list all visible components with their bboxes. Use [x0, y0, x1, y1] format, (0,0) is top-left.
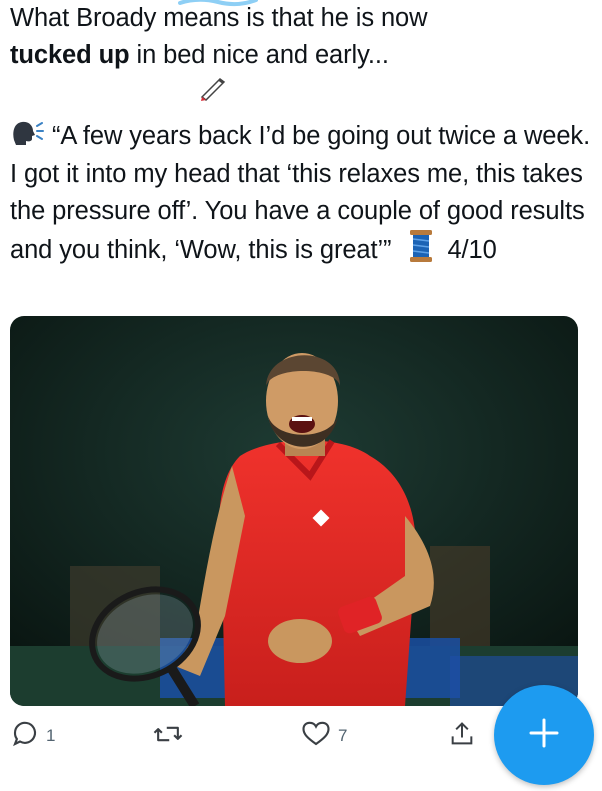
heart-icon: [300, 719, 332, 754]
reply-icon: [10, 719, 40, 754]
thread-spool-icon: [408, 229, 434, 274]
share-button[interactable]: [448, 716, 476, 756]
plus-icon: [527, 716, 561, 755]
retweet-button[interactable]: [152, 716, 190, 756]
retweet-icon: [152, 719, 184, 754]
reply-count: 1: [46, 726, 56, 745]
pen-icon: [198, 73, 228, 112]
tweet-quote: “A few years back I’d be going out twice…: [10, 118, 595, 274]
tweet-intro: What Broady means is that he is now tuck…: [10, 0, 595, 112]
speaking-head-icon: [10, 118, 44, 157]
intro-rest: in bed nice and early...: [129, 40, 389, 69]
share-icon: [448, 719, 476, 754]
intro-text: What Broady means is that he is now: [10, 4, 428, 32]
like-button[interactable]: 7: [300, 716, 347, 756]
tweet-photo[interactable]: [10, 316, 578, 706]
reply-button[interactable]: 1: [10, 716, 55, 756]
intro-bold: tucked up: [10, 40, 130, 69]
tweet-body: What Broady means is that he is now tuck…: [10, 0, 595, 274]
thread-counter: 4/10: [447, 236, 497, 265]
compose-button[interactable]: [494, 685, 594, 785]
quote-text: “A few years back I’d be going out twice…: [10, 121, 591, 265]
like-count: 7: [338, 726, 348, 745]
